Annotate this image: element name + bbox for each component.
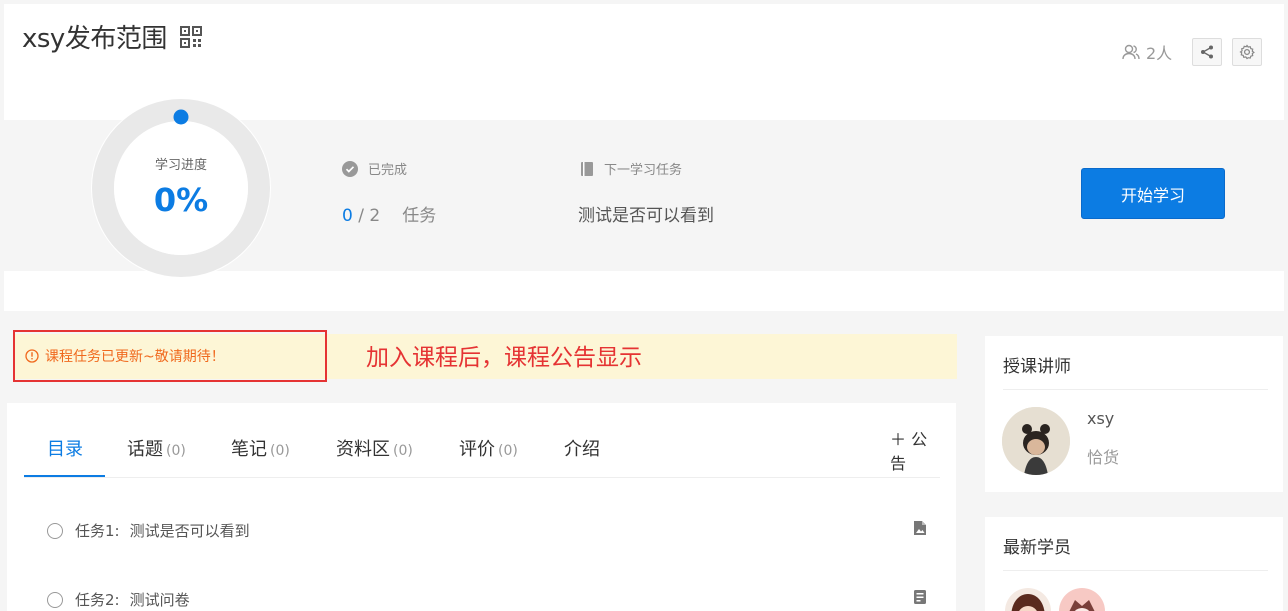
users-icon: [1122, 44, 1140, 60]
member-count-label: 2人: [1146, 44, 1173, 63]
tab-label: 笔记: [231, 439, 267, 460]
divider: [1003, 570, 1268, 571]
completed-label: 已完成: [368, 163, 408, 178]
progress-label: 学习进度: [154, 158, 207, 173]
divider: [1003, 389, 1268, 390]
task-status-radio: [47, 591, 63, 608]
tab-count: (0): [166, 443, 186, 459]
tab-notes[interactable]: 笔记 (0): [231, 435, 290, 461]
tab-introduction[interactable]: 介绍: [564, 435, 600, 461]
completed-count: 0 / 2 任务: [342, 201, 436, 226]
book-icon: [581, 161, 593, 176]
task-row[interactable]: 任务2: 测试问卷: [47, 589, 927, 610]
add-announcement-link[interactable]: ＋ 公告: [890, 426, 940, 474]
teacher-card-title: 授课讲师: [1003, 357, 1071, 377]
check-circle-icon: [342, 160, 358, 177]
student-avatar-image: [1005, 588, 1051, 611]
task-label: 任务1:: [75, 522, 120, 540]
course-title: xsy发布范围: [22, 24, 167, 54]
completed-unit: 任务: [402, 206, 437, 226]
next-task-label: 下一学习任务: [604, 163, 683, 178]
member-count: 2人: [1122, 40, 1172, 64]
students-card-title: 最新学员: [1003, 538, 1071, 558]
task-title: 测试问卷: [129, 591, 190, 609]
info-circle-icon: [25, 349, 39, 363]
student-avatar-image: [1059, 588, 1105, 611]
teacher-avatar[interactable]: [1002, 407, 1070, 475]
start-learning-button[interactable]: 开始学习: [1081, 168, 1225, 219]
tab-count: (0): [270, 443, 290, 459]
tab-label: 介绍: [564, 439, 600, 460]
task-row[interactable]: 任务1: 测试是否可以看到: [47, 520, 927, 541]
completed-separator: /: [352, 206, 370, 226]
tab-reviews[interactable]: 评价 (0): [459, 435, 518, 461]
share-icon: [1201, 45, 1213, 59]
next-task-heading: 下一学习任务: [580, 159, 682, 178]
task-status-radio: [47, 522, 63, 539]
tab-topics[interactable]: 话题 (0): [127, 435, 186, 461]
teacher-card: 授课讲师 xsy 恰货: [985, 336, 1283, 492]
tab-count: (0): [393, 443, 413, 459]
course-main-panel: 目录 话题 (0) 笔记 (0) 资料区 (0) 评价 (0) 介绍 ＋ 公告 任务1:…: [7, 403, 956, 611]
next-task-title[interactable]: 测试是否可以看到: [578, 201, 714, 226]
completed-total: 2: [369, 206, 381, 226]
course-tabs: 目录 话题 (0) 笔记 (0) 资料区 (0) 评价 (0) 介绍 ＋ 公告: [24, 403, 940, 478]
task-label: 任务2:: [75, 591, 120, 609]
qrcode-icon[interactable]: [180, 26, 202, 48]
latest-students-card: 最新学员: [985, 517, 1283, 611]
tab-count: (0): [498, 443, 518, 459]
student-avatar[interactable]: [1059, 588, 1105, 611]
teacher-name[interactable]: xsy: [1087, 409, 1114, 428]
notice-annotation: 加入课程后，课程公告显示: [366, 345, 642, 371]
active-tab-indicator: [24, 475, 105, 477]
share-button[interactable]: [1192, 38, 1222, 66]
tab-label: 目录: [47, 439, 83, 460]
progress-ring: 学习进度 0%: [90, 97, 272, 279]
tab-label: 资料区: [336, 439, 390, 460]
tab-label: 话题: [127, 439, 163, 460]
completed-done: 0: [342, 206, 353, 226]
student-avatar[interactable]: [1005, 588, 1051, 611]
document-image-icon: [914, 521, 926, 535]
tab-materials[interactable]: 资料区 (0): [336, 435, 413, 461]
course-notice: 课程任务已更新~敬请期待！: [13, 330, 327, 382]
survey-icon: [914, 590, 926, 604]
teacher-role: 恰货: [1087, 448, 1120, 467]
gear-icon: [1239, 44, 1255, 60]
tab-label: 评价: [459, 439, 495, 460]
completed-heading: 已完成: [342, 159, 407, 178]
tab-catalog[interactable]: 目录: [47, 435, 83, 461]
task-title: 测试是否可以看到: [129, 522, 250, 540]
progress-ring-marker: [173, 109, 189, 125]
settings-button[interactable]: [1232, 38, 1262, 66]
teacher-avatar-image: [1002, 407, 1070, 475]
notice-text: 课程任务已更新~敬请期待！: [45, 349, 225, 365]
progress-value: 0%: [153, 181, 209, 219]
